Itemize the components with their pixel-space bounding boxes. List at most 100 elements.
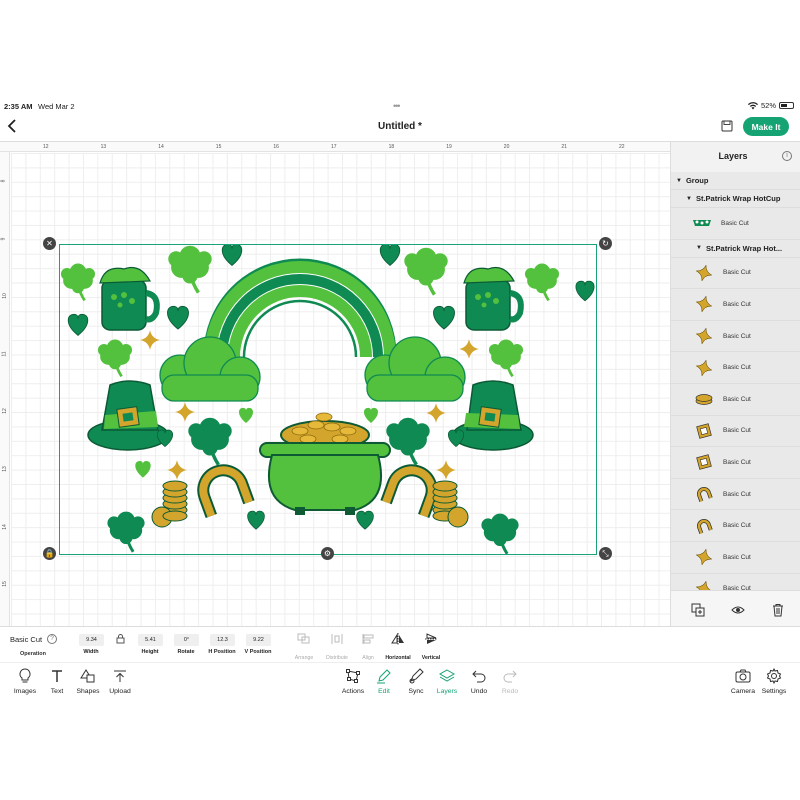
help-icon[interactable]: ? — [47, 634, 57, 644]
align-button[interactable]: Align — [352, 632, 384, 661]
layer-item[interactable]: Basic Cut — [671, 289, 800, 321]
duplicate-icon[interactable] — [691, 603, 705, 617]
design-canvas[interactable]: 12 13 14 15 16 17 18 19 20 21 22 8 9 10 11 12 13 14 15 — [0, 141, 670, 626]
ruler-left-label: 14 — [1, 523, 8, 530]
h-position-field[interactable]: 12.3 — [210, 634, 235, 646]
layer-item[interactable]: Basic Cut — [671, 320, 800, 353]
sync-icon — [409, 668, 424, 684]
layer-item[interactable]: Basic Cut — [671, 478, 800, 511]
operation-select[interactable]: Basic Cut — [10, 635, 42, 644]
ruler-top-label: 19 — [446, 144, 452, 150]
horseshoe-left — [197, 464, 255, 518]
layer-item[interactable]: Basic Cut — [671, 510, 800, 542]
settings-handle-icon[interactable]: ⚙ — [321, 547, 334, 560]
operation-label: Operation — [20, 651, 46, 657]
ruler-top-label: 13 — [100, 144, 107, 150]
rotate-field[interactable]: 0° — [174, 634, 199, 646]
ruler-top-label: 15 — [215, 144, 222, 150]
undo-button[interactable]: Undo — [463, 667, 495, 695]
st-patrick-artwork[interactable] — [60, 245, 596, 554]
layers-title: Layers — [718, 151, 748, 161]
layer-subgroup-1-label: St.Patrick Wrap HotCup — [695, 194, 781, 203]
delete-handle-icon[interactable]: ✕ — [43, 237, 56, 250]
sparkle-icon — [693, 264, 715, 282]
pot-of-gold — [259, 412, 391, 515]
arrange-icon — [297, 633, 310, 644]
edit-button[interactable]: Edit — [368, 667, 400, 695]
layer-item-label: Basic Cut — [723, 427, 751, 435]
layers-footer — [671, 590, 800, 627]
layer-item[interactable]: Basic Cut — [671, 573, 800, 590]
visibility-eye-icon[interactable] — [731, 603, 745, 617]
caret-down-icon: ▼ — [676, 177, 682, 184]
shapes-button[interactable]: Shapes — [72, 667, 104, 695]
align-icon — [362, 634, 374, 644]
actions-icon — [346, 669, 360, 683]
upload-button[interactable]: Upload — [104, 667, 136, 695]
settings-label: Settings — [761, 688, 787, 695]
layer-item-label: Basic Cut — [723, 490, 751, 498]
text-icon — [52, 670, 62, 682]
text-button[interactable]: Text — [41, 667, 73, 695]
layer-item-label: Basic Cut — [723, 332, 751, 340]
images-label: Images — [13, 688, 37, 695]
sparkle-icon — [693, 548, 715, 566]
width-field[interactable]: 9.34 — [79, 634, 104, 646]
layer-list[interactable]: ▼ Group ▼ St.Patrick Wrap HotCup Basic C… — [671, 172, 800, 590]
caret-down-icon: ▼ — [696, 245, 702, 252]
design-space-app: 2:35 AM Wed Mar 2 ••• 52% Untitled * Mak… — [0, 100, 800, 700]
actions-label: Actions — [341, 688, 365, 695]
layers-label: Layers — [436, 688, 458, 695]
layer-item[interactable]: Basic Cut — [671, 383, 800, 416]
layer-item[interactable]: Basic Cut — [671, 208, 800, 240]
redo-label: Redo — [501, 688, 519, 695]
flip-vertical-button[interactable]: Vertical — [415, 632, 447, 661]
ruler-top-label: 22 — [619, 144, 625, 150]
status-right: 52% — [747, 101, 794, 110]
images-button[interactable]: Images — [9, 667, 41, 695]
rotate-label: Rotate — [177, 649, 195, 655]
status-date: Wed Mar 2 — [38, 102, 75, 111]
back-chevron-icon[interactable] — [6, 118, 20, 134]
ruler-top-label: 20 — [503, 144, 510, 150]
distribute-button[interactable]: Distribute — [321, 632, 353, 661]
layer-item[interactable]: Basic Cut — [671, 257, 800, 290]
coin-stack-right — [432, 480, 469, 528]
layer-subgroup-2-label: St.Patrick Wrap Hot... — [705, 243, 783, 253]
ruler-left-label: 13 — [1, 466, 8, 472]
layers-panel: Layers i ▼ Group ▼ St.Patrick Wrap HotCu… — [670, 141, 800, 627]
layer-item[interactable]: Basic Cut — [671, 415, 800, 448]
save-icon[interactable] — [721, 120, 733, 132]
lock-icon[interactable] — [116, 634, 125, 644]
camera-button[interactable]: Camera — [727, 667, 759, 695]
layer-item[interactable]: Basic Cut — [671, 541, 800, 574]
trash-icon[interactable] — [771, 603, 785, 617]
sync-button[interactable]: Sync — [400, 667, 432, 695]
v-position-field[interactable]: 9.22 — [246, 634, 271, 646]
camera-label: Camera — [730, 688, 756, 695]
arrange-button[interactable]: Arrange — [288, 632, 320, 661]
ruler-top-label: 12 — [43, 144, 49, 150]
layer-subgroup-2[interactable]: ▼ St.Patrick Wrap Hot... — [671, 239, 800, 258]
lightbulb-icon — [19, 668, 31, 683]
actions-button[interactable]: Actions — [337, 667, 369, 695]
info-icon[interactable]: i — [782, 151, 792, 161]
layer-group[interactable]: ▼ Group — [671, 172, 800, 190]
redo-button[interactable]: Redo — [494, 667, 526, 695]
layer-subgroup-1[interactable]: ▼ St.Patrick Wrap HotCup — [671, 190, 800, 208]
settings-button[interactable]: Settings — [758, 667, 790, 695]
make-it-button[interactable]: Make It — [743, 117, 789, 136]
multitask-dots-icon[interactable]: ••• — [393, 101, 401, 111]
layer-item[interactable]: Basic Cut — [671, 447, 800, 479]
flip-vertical-label: Vertical — [421, 655, 441, 661]
layer-item[interactable]: Basic Cut — [671, 352, 800, 384]
resize-handle-icon[interactable]: ⤡ — [599, 547, 612, 560]
horseshoe-icon — [693, 485, 715, 503]
arrange-label: Arrange — [294, 655, 314, 661]
rotate-handle-icon[interactable]: ↻ — [599, 237, 612, 250]
lock-handle-icon[interactable]: 🔒 — [43, 547, 56, 560]
height-field[interactable]: 5.41 — [138, 634, 163, 646]
flip-horizontal-button[interactable]: Horizontal — [382, 632, 414, 661]
layers-button[interactable]: Layers — [431, 667, 463, 695]
layer-item-label: Basic Cut — [721, 219, 749, 227]
